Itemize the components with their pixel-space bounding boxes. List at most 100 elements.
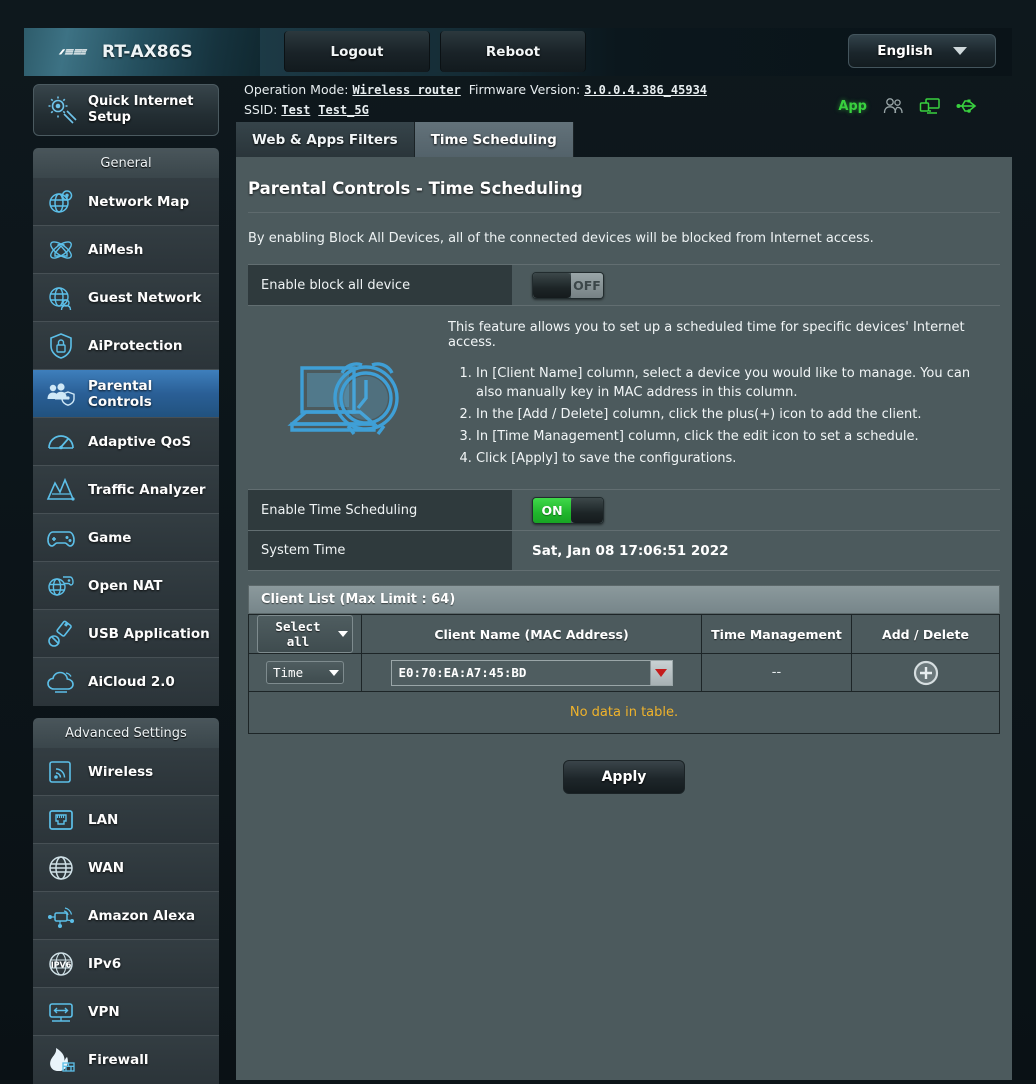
add-client-plus-icon[interactable] [913, 660, 939, 686]
chevron-down-icon [655, 669, 667, 677]
router-info-strip: Operation Mode: Wireless router Firmware… [236, 76, 1012, 120]
page-title: Parental Controls - Time Scheduling [248, 157, 1000, 213]
sidebar-item-quick-internet-setup[interactable]: Quick Internet Setup [33, 84, 219, 136]
asus-logo-icon [58, 37, 88, 67]
sidebar-item-wireless[interactable]: Wireless [33, 748, 219, 796]
sidebar-item-game[interactable]: Game [33, 514, 219, 562]
sidebar-label: Firewall [88, 1052, 149, 1068]
ipv6-globe-icon: IPV6 [46, 949, 76, 979]
ssid-line: SSID: Test Test_5G [244, 100, 707, 120]
cloud-icon [46, 667, 76, 697]
ssid-label: SSID: [244, 102, 277, 117]
client-mac-input[interactable]: E0:70:EA:A7:45:BD [391, 660, 673, 686]
clients-users-icon[interactable] [882, 97, 904, 115]
router-model: RT-AX86S [102, 42, 193, 62]
time-scheduling-label: Enable Time Scheduling [248, 490, 512, 530]
gamepad-icon [46, 523, 76, 553]
sidebar-item-aicloud[interactable]: AiCloud 2.0 [33, 658, 219, 706]
instructions-block: This feature allows you to set up a sche… [248, 305, 1000, 489]
sidebar-label: WAN [88, 860, 124, 876]
sidebar-item-usb-application[interactable]: USB Application [33, 610, 219, 658]
sidebar-nav: Quick Internet Setup General Network Map [33, 84, 219, 1084]
wireless-icon [46, 757, 76, 787]
app-header: RT-AX86S Logout Reboot English [24, 28, 1012, 76]
network-clients-icon[interactable] [919, 97, 941, 115]
sidebar-item-firewall[interactable]: Firewall [33, 1036, 219, 1084]
operation-mode-value[interactable]: Wireless router [352, 83, 460, 97]
sidebar-group-advanced: Advanced Settings Wireless LAN [33, 718, 219, 1084]
laptop-clock-icon [280, 346, 416, 446]
firewall-flame-icon [46, 1045, 76, 1075]
globe-icon [46, 853, 76, 883]
select-all-dropdown[interactable]: Select all [257, 615, 353, 653]
instructions-illustration [248, 320, 448, 471]
parental-controls-icon [46, 379, 76, 409]
mode-select-cell: Time [249, 654, 362, 692]
sidebar-item-vpn[interactable]: VPN [33, 988, 219, 1036]
app-label-icon[interactable]: App [838, 99, 867, 114]
apply-button[interactable]: Apply [563, 760, 685, 794]
sidebar-item-wan[interactable]: WAN [33, 844, 219, 892]
sidebar-item-network-map[interactable]: Network Map [33, 178, 219, 226]
sidebar-group-general: General Network Map [33, 148, 219, 706]
instruction-step: In [Client Name] column, select a device… [476, 364, 994, 402]
lan-port-icon [46, 805, 76, 835]
time-scheduling-toggle[interactable]: ON [532, 497, 604, 524]
sidebar-item-aiprotection[interactable]: AiProtection [33, 322, 219, 370]
toggle-state-label: OFF [571, 273, 603, 298]
sidebar-label: AiCloud 2.0 [88, 674, 175, 690]
sidebar-item-guest-network[interactable]: Guest Network [33, 274, 219, 322]
sidebar-label: VPN [88, 1004, 120, 1020]
operation-mode-line: Operation Mode: Wireless router Firmware… [244, 80, 707, 100]
toggle-state-label: ON [533, 498, 571, 523]
sidebar-label: Adaptive QoS [88, 434, 191, 450]
quick-setup-icon [47, 95, 77, 125]
aimesh-icon [46, 235, 76, 265]
usb-icon[interactable] [956, 97, 978, 115]
alexa-icon [46, 901, 76, 931]
sidebar-label: Network Map [88, 194, 189, 210]
operation-mode-label: Operation Mode: [244, 82, 348, 97]
instructions-lead: This feature allows you to set up a sche… [448, 320, 994, 350]
sidebar-item-lan[interactable]: LAN [33, 796, 219, 844]
client-mac-dropdown-button[interactable] [650, 661, 672, 685]
gauge-icon [46, 427, 76, 457]
ssid-2g-value[interactable]: Test [281, 103, 310, 117]
usb-icon [46, 619, 76, 649]
sidebar-item-ipv6[interactable]: IPV6 IPv6 [33, 940, 219, 988]
add-delete-cell [852, 654, 1000, 692]
sidebar-item-parental-controls[interactable]: Parental Controls [33, 370, 219, 418]
header-spacer [586, 28, 848, 76]
sidebar-item-adaptive-qos[interactable]: Adaptive QoS [33, 418, 219, 466]
block-all-device-label: Enable block all device [248, 265, 512, 305]
time-management-header-cell: Time Management [702, 615, 852, 654]
sidebar-label: AiMesh [88, 242, 143, 258]
main-content-panel: Parental Controls - Time Scheduling By e… [236, 157, 1012, 1080]
sidebar-label: Amazon Alexa [88, 908, 195, 924]
info-text-lines: Operation Mode: Wireless router Firmware… [244, 80, 707, 120]
chevron-down-icon [338, 631, 348, 637]
tab-time-scheduling[interactable]: Time Scheduling [415, 122, 574, 157]
time-scheduling-value: ON [512, 490, 1000, 530]
sidebar-item-amazon-alexa[interactable]: Amazon Alexa [33, 892, 219, 940]
block-all-device-toggle[interactable]: OFF [532, 272, 604, 299]
firmware-value[interactable]: 3.0.0.4.386_45934 [584, 83, 707, 97]
logout-button[interactable]: Logout [284, 31, 430, 72]
chevron-down-icon [329, 670, 339, 676]
language-selector[interactable]: English [848, 34, 996, 68]
sidebar-item-traffic-analyzer[interactable]: Traffic Analyzer [33, 466, 219, 514]
sidebar-item-aimesh[interactable]: AiMesh [33, 226, 219, 274]
tab-web-apps-filters[interactable]: Web & Apps Filters [236, 122, 415, 157]
system-time-value: Sat, Jan 08 17:06:51 2022 [512, 531, 1000, 570]
open-nat-icon [46, 571, 76, 601]
add-delete-header-cell: Add / Delete [852, 615, 1000, 654]
mode-select-dropdown[interactable]: Time [266, 661, 344, 684]
ssid-5g-value[interactable]: Test_5G [318, 103, 369, 117]
traffic-analyzer-icon [46, 475, 76, 505]
instructions-list: In [Client Name] column, select a device… [476, 364, 994, 468]
block-all-device-row: Enable block all device OFF [248, 264, 1000, 305]
sidebar-label: Traffic Analyzer [88, 482, 206, 498]
reboot-button[interactable]: Reboot [440, 31, 586, 72]
page-description: By enabling Block All Devices, all of th… [236, 213, 1012, 264]
sidebar-item-open-nat[interactable]: Open NAT [33, 562, 219, 610]
